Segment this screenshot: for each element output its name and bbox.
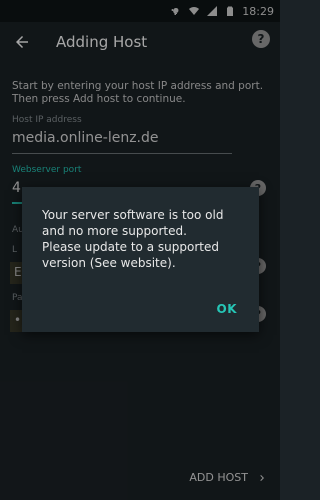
- intro-text: Start by entering your host IP address a…: [12, 80, 268, 106]
- dialog-message-line1: Your server software is too old and no m…: [42, 208, 224, 238]
- arrow-left-icon: [16, 36, 28, 48]
- chevron-right-icon: [260, 474, 264, 481]
- dialog-message-line2: Please update to a supported version (Se…: [42, 240, 219, 270]
- host-ip-input[interactable]: media.online-lenz.de: [12, 130, 232, 154]
- page-title: Adding Host: [56, 33, 148, 51]
- help-icon[interactable]: ?: [252, 30, 270, 48]
- toolbar: Adding Host: [0, 22, 280, 62]
- battery-icon: [224, 5, 236, 17]
- status-time: 18:29: [242, 4, 274, 18]
- status-bar: 18:29: [0, 0, 280, 22]
- host-ip-label: Host IP address: [12, 115, 82, 125]
- ok-button[interactable]: OK: [217, 302, 238, 316]
- wifi-icon: [188, 5, 200, 17]
- key-icon: [170, 5, 182, 17]
- signal-icon: [206, 5, 218, 17]
- password-label: Pa: [12, 293, 23, 303]
- webserver-port-label: Webserver port: [12, 165, 82, 175]
- dialog-message: Your server software is too old and no m…: [42, 207, 239, 271]
- bottom-bar: ADD HOST: [0, 455, 280, 500]
- add-host-label: ADD HOST: [189, 471, 248, 484]
- error-dialog: Your server software is too old and no m…: [22, 187, 259, 332]
- add-host-button[interactable]: ADD HOST: [189, 471, 268, 484]
- intro-paragraph: Start by entering your host IP address a…: [12, 80, 264, 105]
- back-button[interactable]: [10, 30, 34, 54]
- login-label: L: [12, 245, 18, 255]
